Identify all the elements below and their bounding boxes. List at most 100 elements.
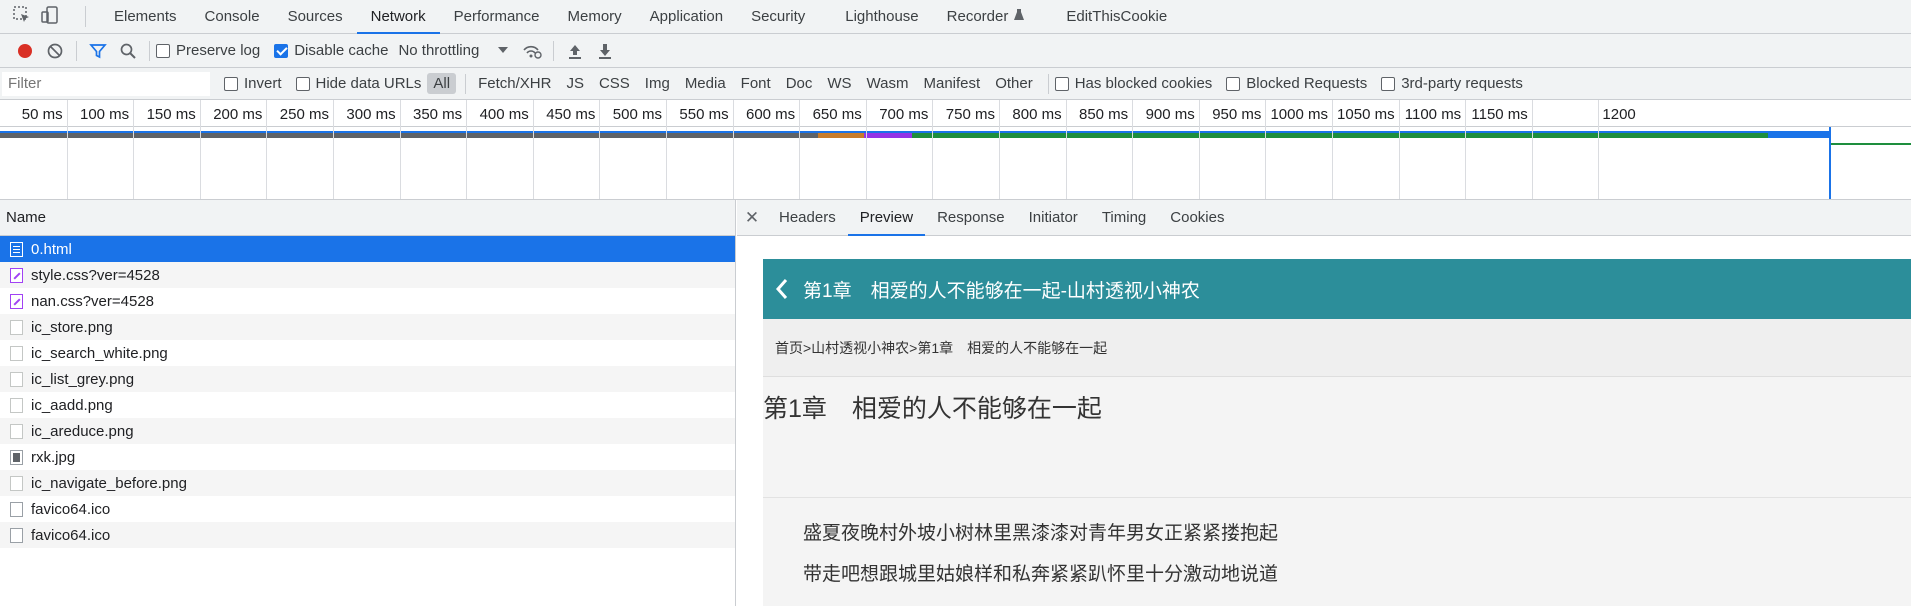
tab-security[interactable]: Security	[737, 0, 819, 33]
tab-label: Network	[370, 8, 426, 25]
request-detail-pane: ✕ Headers Preview Response Initiator Timing C…	[737, 200, 1911, 606]
chevron-down-icon	[497, 42, 509, 59]
filter-type-fetch-xhr[interactable]: Fetch/XHR	[472, 73, 557, 94]
disable-cache-checkbox[interactable]: Disable cache	[274, 42, 388, 59]
search-icon[interactable]	[113, 38, 143, 64]
close-icon[interactable]: ✕	[737, 200, 767, 235]
tab-application[interactable]: Application	[636, 0, 737, 33]
hide-data-urls-box[interactable]	[295, 76, 310, 91]
request-name: ic_list_grey.png	[31, 370, 135, 388]
filter-icon[interactable]	[83, 38, 113, 64]
request-row[interactable]: 0.html	[0, 236, 735, 262]
tab-sources[interactable]: Sources	[274, 0, 357, 33]
tab-recorder[interactable]: Recorder	[933, 0, 1039, 33]
request-row[interactable]: style.css?ver=4528	[0, 262, 735, 288]
detail-tab-timing[interactable]: Timing	[1090, 200, 1158, 235]
request-row[interactable]: rxk.jpg	[0, 444, 735, 470]
detail-tab-response[interactable]: Response	[925, 200, 1017, 235]
tab-lighthouse[interactable]: Lighthouse	[831, 0, 932, 33]
request-row[interactable]: ic_search_white.png	[0, 340, 735, 366]
filter-divider	[1047, 73, 1049, 94]
tab-editthiscookie[interactable]: EditThisCookie	[1052, 0, 1181, 33]
network-conditions-icon[interactable]	[517, 38, 547, 64]
hide-data-urls-checkbox[interactable]: Hide data URLs	[295, 75, 421, 92]
toolbar-divider	[553, 40, 555, 61]
timeline-gridline	[266, 100, 268, 199]
filter-type-all[interactable]: All	[427, 73, 457, 94]
request-row[interactable]: ic_navigate_before.png	[0, 470, 735, 496]
tab-memory[interactable]: Memory	[554, 0, 636, 33]
export-har-icon[interactable]	[590, 38, 620, 64]
chapter-body: 盛夏夜晚村外坡小树林里黑漆漆对青年男女正紧紧搂抱起 带走吧想跟城里姑娘样和私奔紧紧…	[763, 498, 1911, 586]
detail-tab-cookies[interactable]: Cookies	[1158, 200, 1236, 235]
third-party-label: 3rd-party requests	[1401, 75, 1523, 92]
request-name: ic_areduce.png	[31, 422, 134, 440]
invert-box[interactable]	[224, 76, 238, 91]
filter-type-js[interactable]: JS	[560, 73, 590, 94]
request-row[interactable]: favico64.ico	[0, 496, 735, 522]
back-chevron-icon[interactable]	[775, 278, 789, 300]
record-button[interactable]	[10, 38, 40, 64]
invert-checkbox[interactable]: Invert	[224, 75, 282, 92]
timeline-overview[interactable]: 50 ms 100 ms 150 ms 200 ms 250 ms 300 ms 350 m…	[0, 100, 1911, 200]
overview-bar-doc	[0, 131, 1830, 133]
tab-elements[interactable]: Elements	[100, 0, 191, 33]
request-row[interactable]: ic_aadd.png	[0, 392, 735, 418]
tab-console[interactable]: Console	[191, 0, 274, 33]
timeline-gridline	[199, 100, 201, 199]
timeline-tick-label: 750 ms	[945, 106, 995, 123]
detail-tab-headers[interactable]: Headers	[767, 200, 848, 235]
filter-type-doc[interactable]: Doc	[780, 73, 819, 94]
filter-type-other[interactable]: Other	[989, 73, 1039, 94]
filter-type-wasm[interactable]: Wasm	[861, 73, 915, 94]
request-row[interactable]: favico64.ico	[0, 522, 735, 548]
overview-bar-images	[912, 133, 1768, 138]
request-row[interactable]: ic_areduce.png	[0, 418, 735, 444]
image-icon	[10, 397, 23, 413]
filter-type-img[interactable]: Img	[639, 73, 676, 94]
timeline-gridline	[333, 100, 334, 199]
timeline-gridline	[932, 100, 934, 199]
has-blocked-cookies-box[interactable]	[1054, 76, 1069, 91]
preserve-log-box[interactable]	[156, 43, 170, 58]
name-column-header[interactable]: Name	[0, 200, 735, 236]
preserve-log-checkbox[interactable]: Preserve log	[156, 42, 260, 59]
tab-network[interactable]: Network	[356, 0, 440, 34]
filter-divider	[465, 73, 467, 94]
device-toolbar-icon[interactable]	[40, 5, 60, 29]
tab-label: Lighthouse	[845, 8, 919, 25]
request-row[interactable]: ic_store.png	[0, 314, 735, 340]
detail-tab-preview[interactable]: Preview	[847, 200, 926, 236]
blocked-requests-box[interactable]	[1226, 76, 1241, 91]
filter-type-css[interactable]: CSS	[593, 73, 636, 94]
filter-bar: Invert Hide data URLs All Fetch/XHRJSCSSI…	[0, 68, 1911, 100]
tab-performance[interactable]: Performance	[440, 0, 554, 33]
inspect-element-icon[interactable]	[12, 5, 32, 29]
filter-type-manifest[interactable]: Manifest	[918, 73, 987, 94]
request-row[interactable]: ic_list_grey.png	[0, 366, 735, 392]
filter-type-font[interactable]: Font	[735, 73, 777, 94]
timeline-tick-label: 800 ms	[1012, 106, 1062, 123]
chapter-paragraph: 盛夏夜晚村外坡小树林里黑漆漆对青年男女正紧紧搂抱起	[803, 523, 1279, 544]
filter-type-media[interactable]: Media	[679, 73, 732, 94]
clear-button[interactable]	[40, 38, 70, 64]
disable-cache-box[interactable]	[274, 43, 289, 58]
chapter-title: 第1章 相爱的人不能够在一起	[763, 377, 1911, 498]
chapter-paragraph: 带走吧想跟城里姑娘样和私奔紧紧趴怀里十分激动地说道	[803, 564, 1279, 585]
third-party-checkbox[interactable]: 3rd-party requests	[1381, 75, 1523, 92]
filter-input[interactable]	[2, 71, 210, 96]
timeline-tick-label: 350 ms	[412, 106, 463, 123]
third-party-box[interactable]	[1381, 76, 1396, 91]
timeline-gridline	[999, 100, 1000, 199]
import-har-icon[interactable]	[560, 38, 590, 64]
request-row[interactable]: nan.css?ver=4528	[0, 288, 735, 314]
has-blocked-cookies-checkbox[interactable]: Has blocked cookies	[1054, 75, 1212, 92]
preview-breadcrumb: 首页>山村透视小神农>第1章 相爱的人不能够在一起	[763, 319, 1911, 377]
timeline-gridline	[1265, 100, 1267, 199]
detail-tab-initiator[interactable]: Initiator	[1017, 200, 1090, 235]
throttling-select[interactable]: No throttling	[398, 42, 509, 59]
filter-type-ws[interactable]: WS	[821, 73, 857, 94]
blocked-requests-checkbox[interactable]: Blocked Requests	[1226, 75, 1367, 92]
timeline-tick-label: 950 ms	[1212, 106, 1262, 123]
flask-icon	[1014, 8, 1025, 25]
